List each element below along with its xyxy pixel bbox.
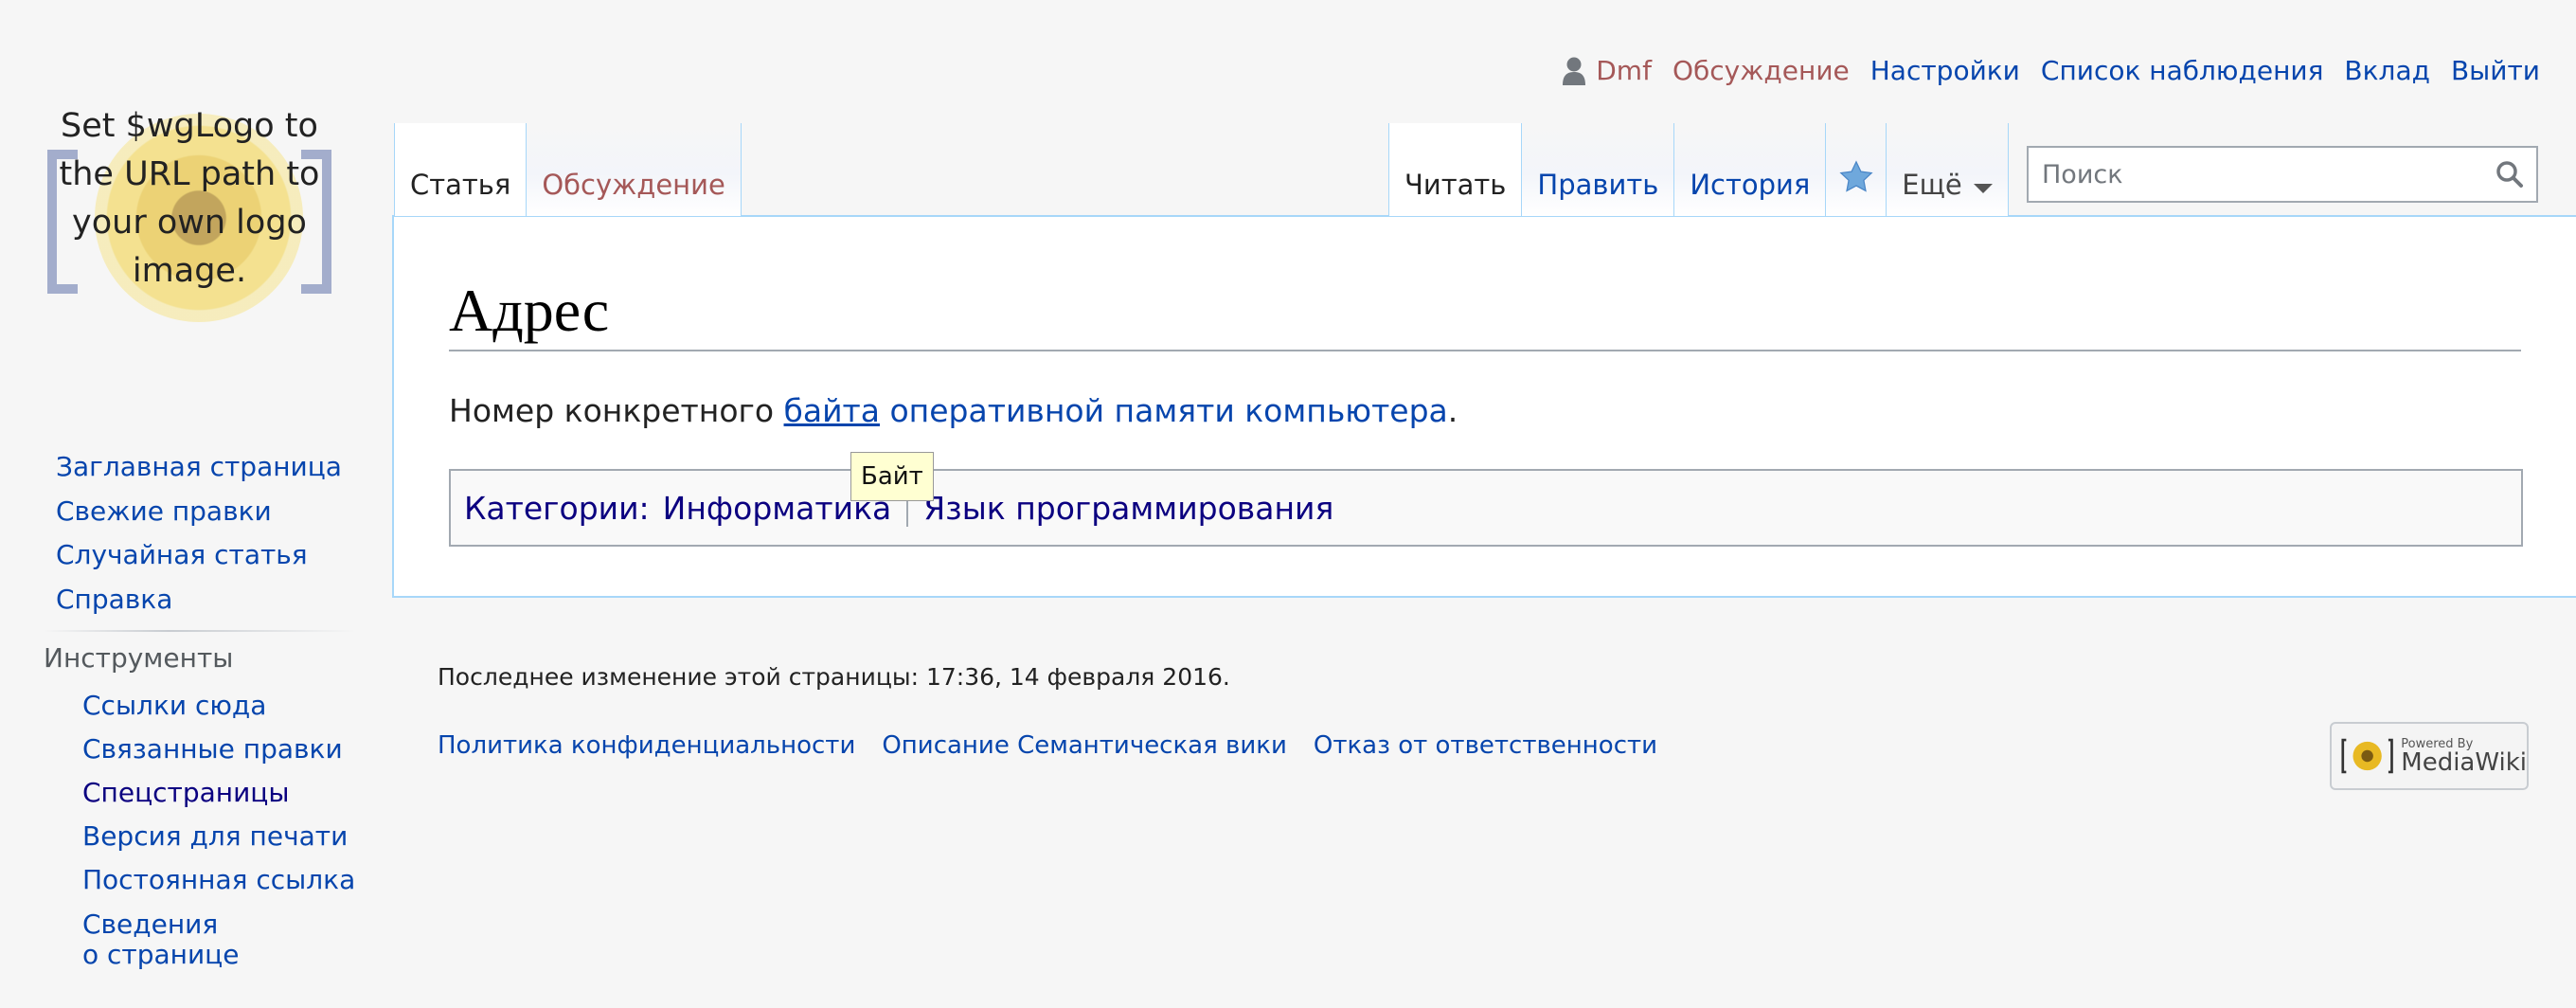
sidebar-item-related-changes[interactable]: Связанные правки [82, 728, 355, 771]
text-after: . [1447, 392, 1458, 429]
categories-colon: : [638, 489, 650, 527]
text-before: Номер конкретного [449, 392, 784, 429]
powered-by-text: Powered By MediaWiki [2401, 738, 2527, 775]
more-menu-button[interactable]: Ещё [1887, 123, 2009, 216]
sidebar-item-recent-changes[interactable]: Свежие правки [56, 490, 342, 534]
sidebar-item-permanent-link[interactable]: Постоянная ссылка [82, 858, 355, 902]
search-box [2027, 146, 2538, 203]
powered-by-mediawiki-badge[interactable]: Powered By MediaWiki [2330, 722, 2529, 790]
footer-disclaimer-link[interactable]: Отказ от ответственности [1314, 731, 1657, 760]
link-tooltip: Байт [850, 452, 934, 501]
tab-article[interactable]: Статья [394, 123, 528, 216]
mediawiki-logo-icon [2341, 738, 2393, 774]
sidebar-item-main-page[interactable]: Заглавная страница [56, 445, 342, 490]
sidebar-item-page-information[interactable]: Сведения о странице [82, 902, 355, 970]
sidebar-navigation: Заглавная страница Свежие правки Случайн… [56, 445, 342, 621]
category-links: Категории: Информатика Язык программиров… [449, 469, 2523, 547]
tab-edit[interactable]: Править [1522, 123, 1675, 216]
site-logo[interactable]: Set $wgLogo to the URL path to your own … [38, 95, 341, 351]
sidebar-item-random-article[interactable]: Случайная статья [56, 533, 342, 578]
sidebar-tools: Ссылки сюда Связанные правки Спецстраниц… [82, 684, 355, 970]
footer-about-link[interactable]: Описание Семантическая вики [882, 731, 1287, 760]
tab-read[interactable]: Читать [1388, 123, 1523, 216]
namespace-tabs: Статья Обсуждение [394, 123, 742, 216]
sidebar-item-help[interactable]: Справка [56, 578, 342, 622]
page-information-line2: о странице [82, 939, 240, 970]
username: Dmf [1596, 55, 1652, 86]
watchlist-link[interactable]: Список наблюдения [2041, 55, 2324, 86]
personal-tools: Dmf Обсуждение Настройки Список наблюден… [1562, 55, 2540, 86]
sidebar-item-special-pages[interactable]: Спецстраницы [82, 771, 355, 815]
user-talk-link[interactable]: Обсуждение [1673, 55, 1850, 86]
user-link[interactable]: Dmf [1562, 55, 1652, 86]
watch-star-button[interactable] [1826, 123, 1887, 216]
search-icon[interactable] [2495, 159, 2525, 189]
logo-text: Set $wgLogo to the URL path to your own … [59, 107, 320, 290]
sidebar-tools-heading[interactable]: Инструменты [44, 642, 233, 674]
sidebar-item-printable-version[interactable]: Версия для печати [82, 815, 355, 858]
footer-privacy-link[interactable]: Политика конфиденциальности [438, 731, 855, 760]
chevron-down-icon [1973, 184, 1993, 193]
sidebar-item-what-links-here[interactable]: Ссылки сюда [82, 684, 355, 728]
article-text: Номер конкретного байта оперативной памя… [449, 392, 1458, 429]
star-icon [1839, 160, 1873, 192]
sidebar-divider [44, 630, 356, 632]
footer-last-modified: Последнее изменение этой страницы: 17:36… [438, 663, 1230, 691]
powered-by-big: MediaWiki [2401, 747, 2527, 777]
content-area: Адрес Номер конкретного байта оперативно… [392, 215, 2576, 598]
search-input[interactable] [2040, 158, 2495, 190]
ram-link[interactable]: оперативной памяти компьютера [880, 392, 1447, 429]
categories-label[interactable]: Категории [464, 490, 639, 527]
user-icon [1563, 57, 1586, 85]
footer-places: Политика конфиденциальности Описание Сем… [438, 731, 1657, 760]
page-information-line1: Сведения [82, 909, 219, 940]
preferences-link[interactable]: Настройки [1870, 55, 2020, 86]
tab-discussion[interactable]: Обсуждение [527, 123, 742, 216]
logout-link[interactable]: Выйти [2451, 55, 2540, 86]
byte-link[interactable]: байта [784, 392, 880, 429]
category-programming-language[interactable]: Язык программирования [923, 490, 1333, 527]
contributions-link[interactable]: Вклад [2344, 55, 2430, 86]
tab-history[interactable]: История [1674, 123, 1827, 216]
view-tabs: Читать Править История Ещё [1388, 123, 2009, 216]
more-label: Ещё [1902, 169, 1962, 201]
page-title: Адрес [449, 277, 2521, 352]
